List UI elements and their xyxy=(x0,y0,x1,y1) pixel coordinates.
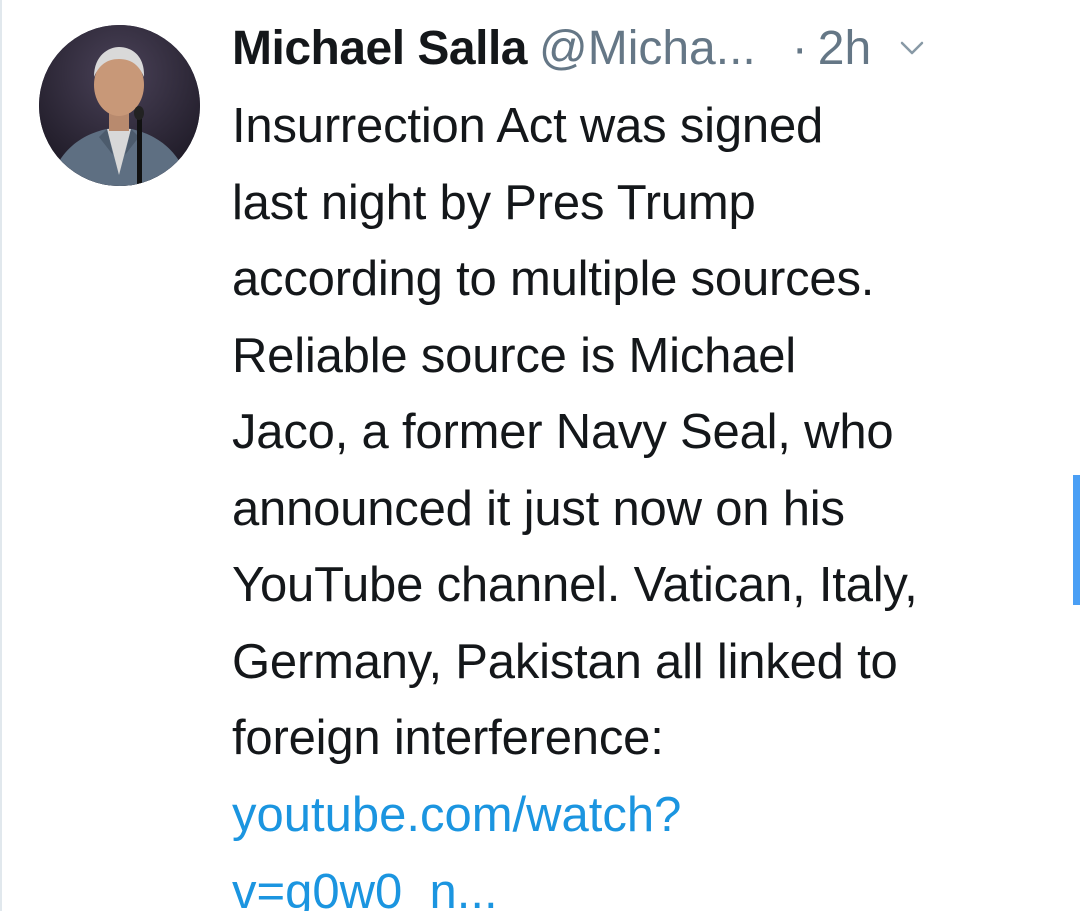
scrollbar[interactable] xyxy=(1073,475,1080,605)
avatar[interactable] xyxy=(39,25,200,186)
tweet-card[interactable]: Michael Salla @Micha... · 2h Insurrectio… xyxy=(0,0,1080,911)
chevron-down-icon[interactable] xyxy=(897,33,927,63)
tweet-link[interactable]: youtube.com/watch? v=g0w0_n... xyxy=(232,777,1042,911)
avatar-photo xyxy=(39,25,200,186)
tweet-header: Michael Salla @Micha... · 2h xyxy=(232,18,1050,78)
tweet-timestamp[interactable]: 2h xyxy=(818,21,871,76)
separator-dot: · xyxy=(791,21,808,75)
author-handle[interactable]: @Micha... xyxy=(539,21,756,76)
author-name[interactable]: Michael Salla xyxy=(232,21,527,76)
tweet-text: Insurrection Act was signed last night b… xyxy=(232,99,918,765)
